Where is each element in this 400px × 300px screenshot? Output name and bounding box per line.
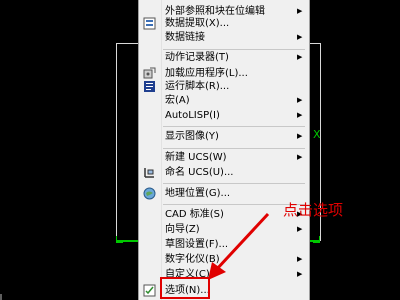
annotation-arrow-icon	[208, 212, 270, 280]
ucs-icon	[0, 288, 10, 300]
